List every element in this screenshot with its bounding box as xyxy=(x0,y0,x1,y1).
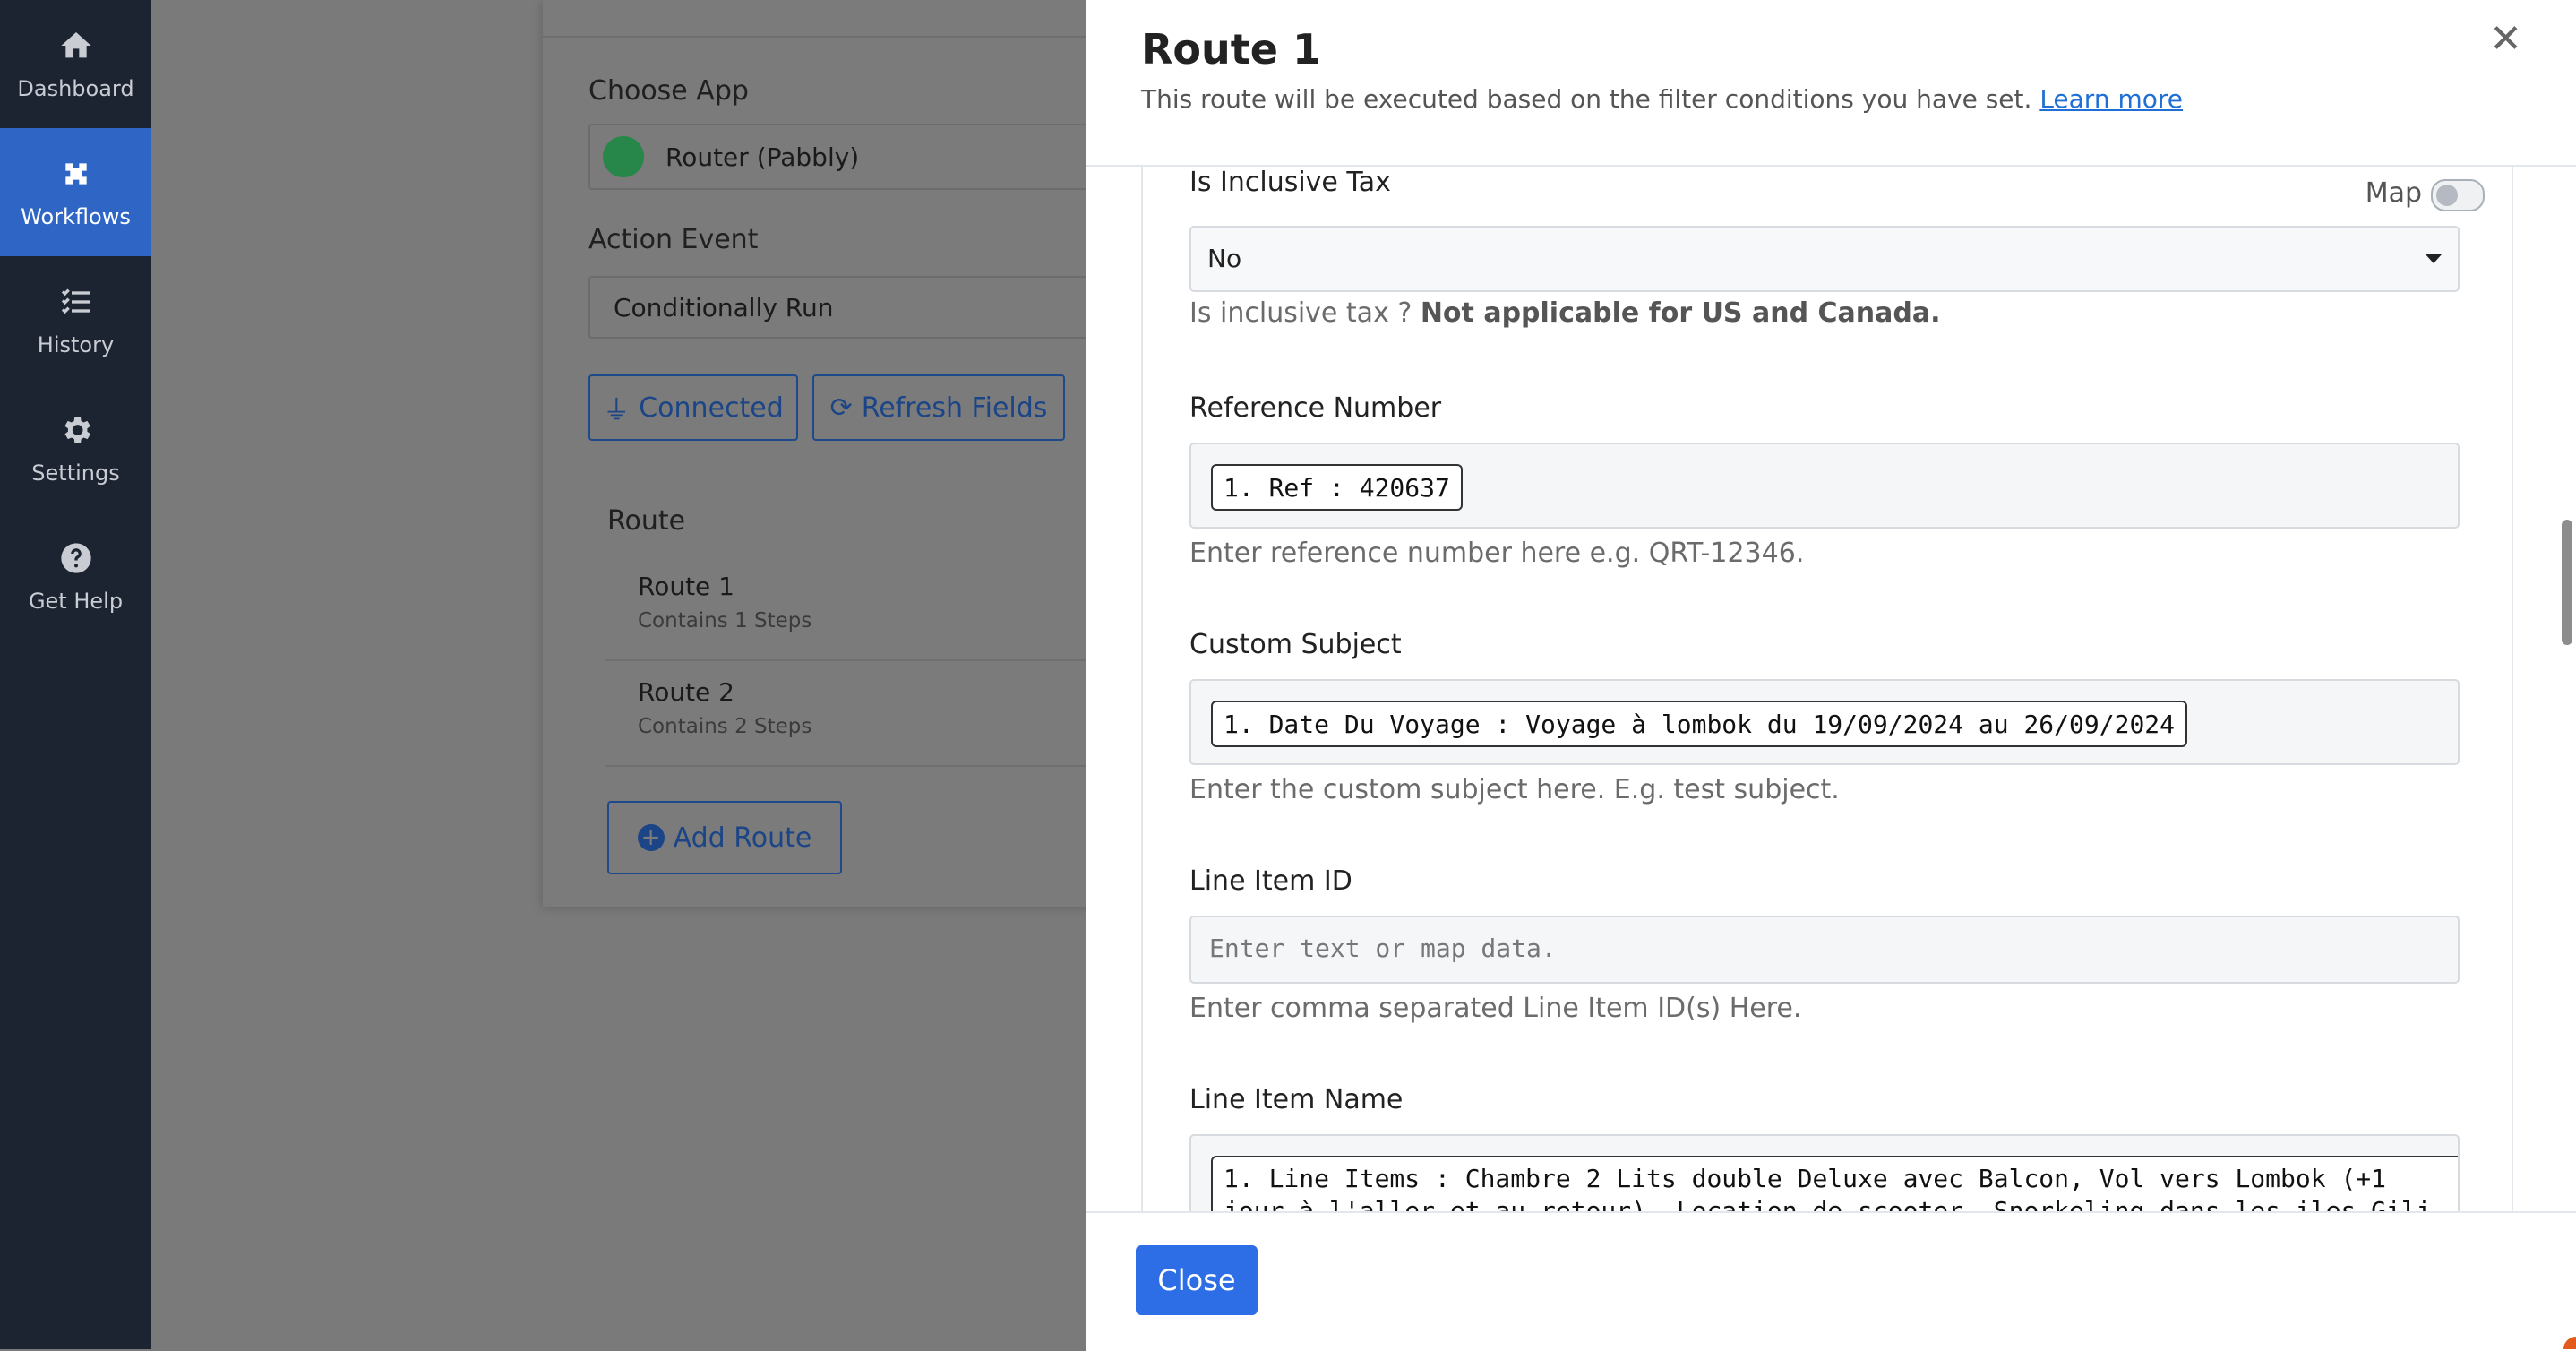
toggle-knob xyxy=(2436,185,2458,206)
action-event-select[interactable]: Conditionally Run xyxy=(588,276,1144,339)
line-item-name-label: Line Item Name xyxy=(1189,1084,1404,1115)
action-event-value: Conditionally Run xyxy=(614,292,834,323)
line-item-name-field[interactable]: 1. Line Items : Chambre 2 Lits double De… xyxy=(1189,1134,2460,1211)
modal-header: Route 1 This route will be executed base… xyxy=(1086,0,2576,167)
plug-icon: ⏚ xyxy=(603,395,631,426)
reference-number-field[interactable]: 1. Ref : 420637 xyxy=(1189,443,2460,529)
list-check-icon xyxy=(61,288,90,314)
sidebar-item-label: Dashboard xyxy=(17,75,134,101)
route-steps: Contains 2 Steps xyxy=(638,715,812,738)
line-item-id-helper: Enter comma separated Line Item ID(s) He… xyxy=(1189,993,1802,1024)
custom-subject-label: Custom Subject xyxy=(1189,629,1402,660)
add-route-label: Add Route xyxy=(673,822,812,854)
description-text: This route will be executed based on the… xyxy=(1141,84,2032,114)
choose-app-select[interactable]: Router (Pabbly) xyxy=(588,124,1147,190)
workflow-icon xyxy=(64,162,87,185)
custom-subject-field[interactable]: 1. Date Du Voyage : Voyage à lombok du 1… xyxy=(1189,679,2460,765)
inclusive-tax-helper: Is inclusive tax ? Not applicable for US… xyxy=(1189,297,1940,329)
connected-label: Connected xyxy=(639,392,784,424)
route-item[interactable]: Route 2 Contains 2 Steps xyxy=(605,661,1107,767)
modal-body: Is Inclusive Tax Map No Is inclusive tax… xyxy=(1141,167,2513,1211)
map-toggle[interactable] xyxy=(2431,179,2485,211)
helper-prefix: Is inclusive tax ? xyxy=(1189,297,1413,329)
refresh-label: Refresh Fields xyxy=(861,392,1048,424)
close-button[interactable]: Close xyxy=(1136,1245,1258,1315)
sidebar-item-get-help[interactable]: Get Help xyxy=(0,512,151,641)
gear-icon xyxy=(64,416,90,443)
sidebar-item-label: Get Help xyxy=(28,588,124,614)
chevron-down-icon xyxy=(2426,254,2442,263)
route-steps: Contains 1 Steps xyxy=(638,609,812,632)
mapped-value-pill[interactable]: 1. Date Du Voyage : Voyage à lombok du 1… xyxy=(1211,701,2188,747)
sidebar-item-label: Workflows xyxy=(21,203,131,229)
mapped-value-pill[interactable]: 1. Ref : 420637 xyxy=(1211,464,1463,511)
learn-more-link[interactable]: Learn more xyxy=(2039,84,2183,114)
refresh-icon: ⟳ xyxy=(829,392,853,424)
line-item-id-field[interactable]: Enter text or map data. xyxy=(1189,916,2460,984)
route-modal: Route 1 This route will be executed base… xyxy=(1086,0,2576,1351)
scrollbar-thumb[interactable] xyxy=(2562,520,2572,645)
map-toggle-label: Map xyxy=(2365,177,2422,209)
modal-title: Route 1 xyxy=(1141,25,1321,73)
close-icon[interactable]: ✕ xyxy=(2489,16,2522,62)
modal-footer: Close xyxy=(1086,1211,2576,1351)
router-app-icon xyxy=(603,136,644,177)
line-item-id-placeholder: Enter text or map data. xyxy=(1209,934,1557,963)
reference-number-label: Reference Number xyxy=(1189,392,1442,424)
app-value: Router (Pabbly) xyxy=(665,142,860,172)
sidebar: Dashboard Workflows History Settings Get… xyxy=(0,0,151,1349)
panel-divider xyxy=(543,0,1098,38)
route-list: Route 1 Contains 1 Steps Route 2 Contain… xyxy=(605,555,1107,767)
modal-description: This route will be executed based on the… xyxy=(1141,84,2183,114)
sidebar-item-settings[interactable]: Settings xyxy=(0,384,151,512)
route-name: Route 1 xyxy=(638,572,734,601)
line-item-id-label: Line Item ID xyxy=(1189,865,1352,897)
home-icon xyxy=(60,31,91,57)
action-event-label: Action Event xyxy=(588,224,759,255)
refresh-fields-button[interactable]: ⟳ Refresh Fields xyxy=(812,374,1065,441)
plus-circle-icon: + xyxy=(637,824,665,851)
sidebar-item-workflows[interactable]: Workflows xyxy=(0,128,151,256)
workflow-step-panel: Choose App Router (Pabbly) Action Event … xyxy=(543,0,1147,907)
reference-number-helper: Enter reference number here e.g. QRT-123… xyxy=(1189,538,1805,569)
sidebar-item-label: History xyxy=(37,331,115,357)
inclusive-tax-value: No xyxy=(1207,244,1242,273)
route-heading: Route xyxy=(607,505,686,537)
helper-bold: Not applicable for US and Canada. xyxy=(1420,297,1941,329)
custom-subject-helper: Enter the custom subject here. E.g. test… xyxy=(1189,774,1840,805)
inclusive-tax-select[interactable]: No xyxy=(1189,226,2460,292)
choose-app-label: Choose App xyxy=(588,75,749,107)
add-route-button[interactable]: + Add Route xyxy=(607,801,842,874)
sidebar-item-history[interactable]: History xyxy=(0,256,151,384)
route-name: Route 2 xyxy=(638,677,734,707)
inclusive-tax-label: Is Inclusive Tax xyxy=(1189,167,1391,198)
route-item[interactable]: Route 1 Contains 1 Steps xyxy=(605,555,1107,661)
sidebar-item-dashboard[interactable]: Dashboard xyxy=(0,0,151,128)
mapped-value-pill[interactable]: 1. Line Items : Chambre 2 Lits double De… xyxy=(1211,1156,2458,1211)
sidebar-item-label: Settings xyxy=(31,460,120,486)
question-circle-icon xyxy=(60,542,91,573)
connected-button[interactable]: ⏚ Connected xyxy=(588,374,798,441)
